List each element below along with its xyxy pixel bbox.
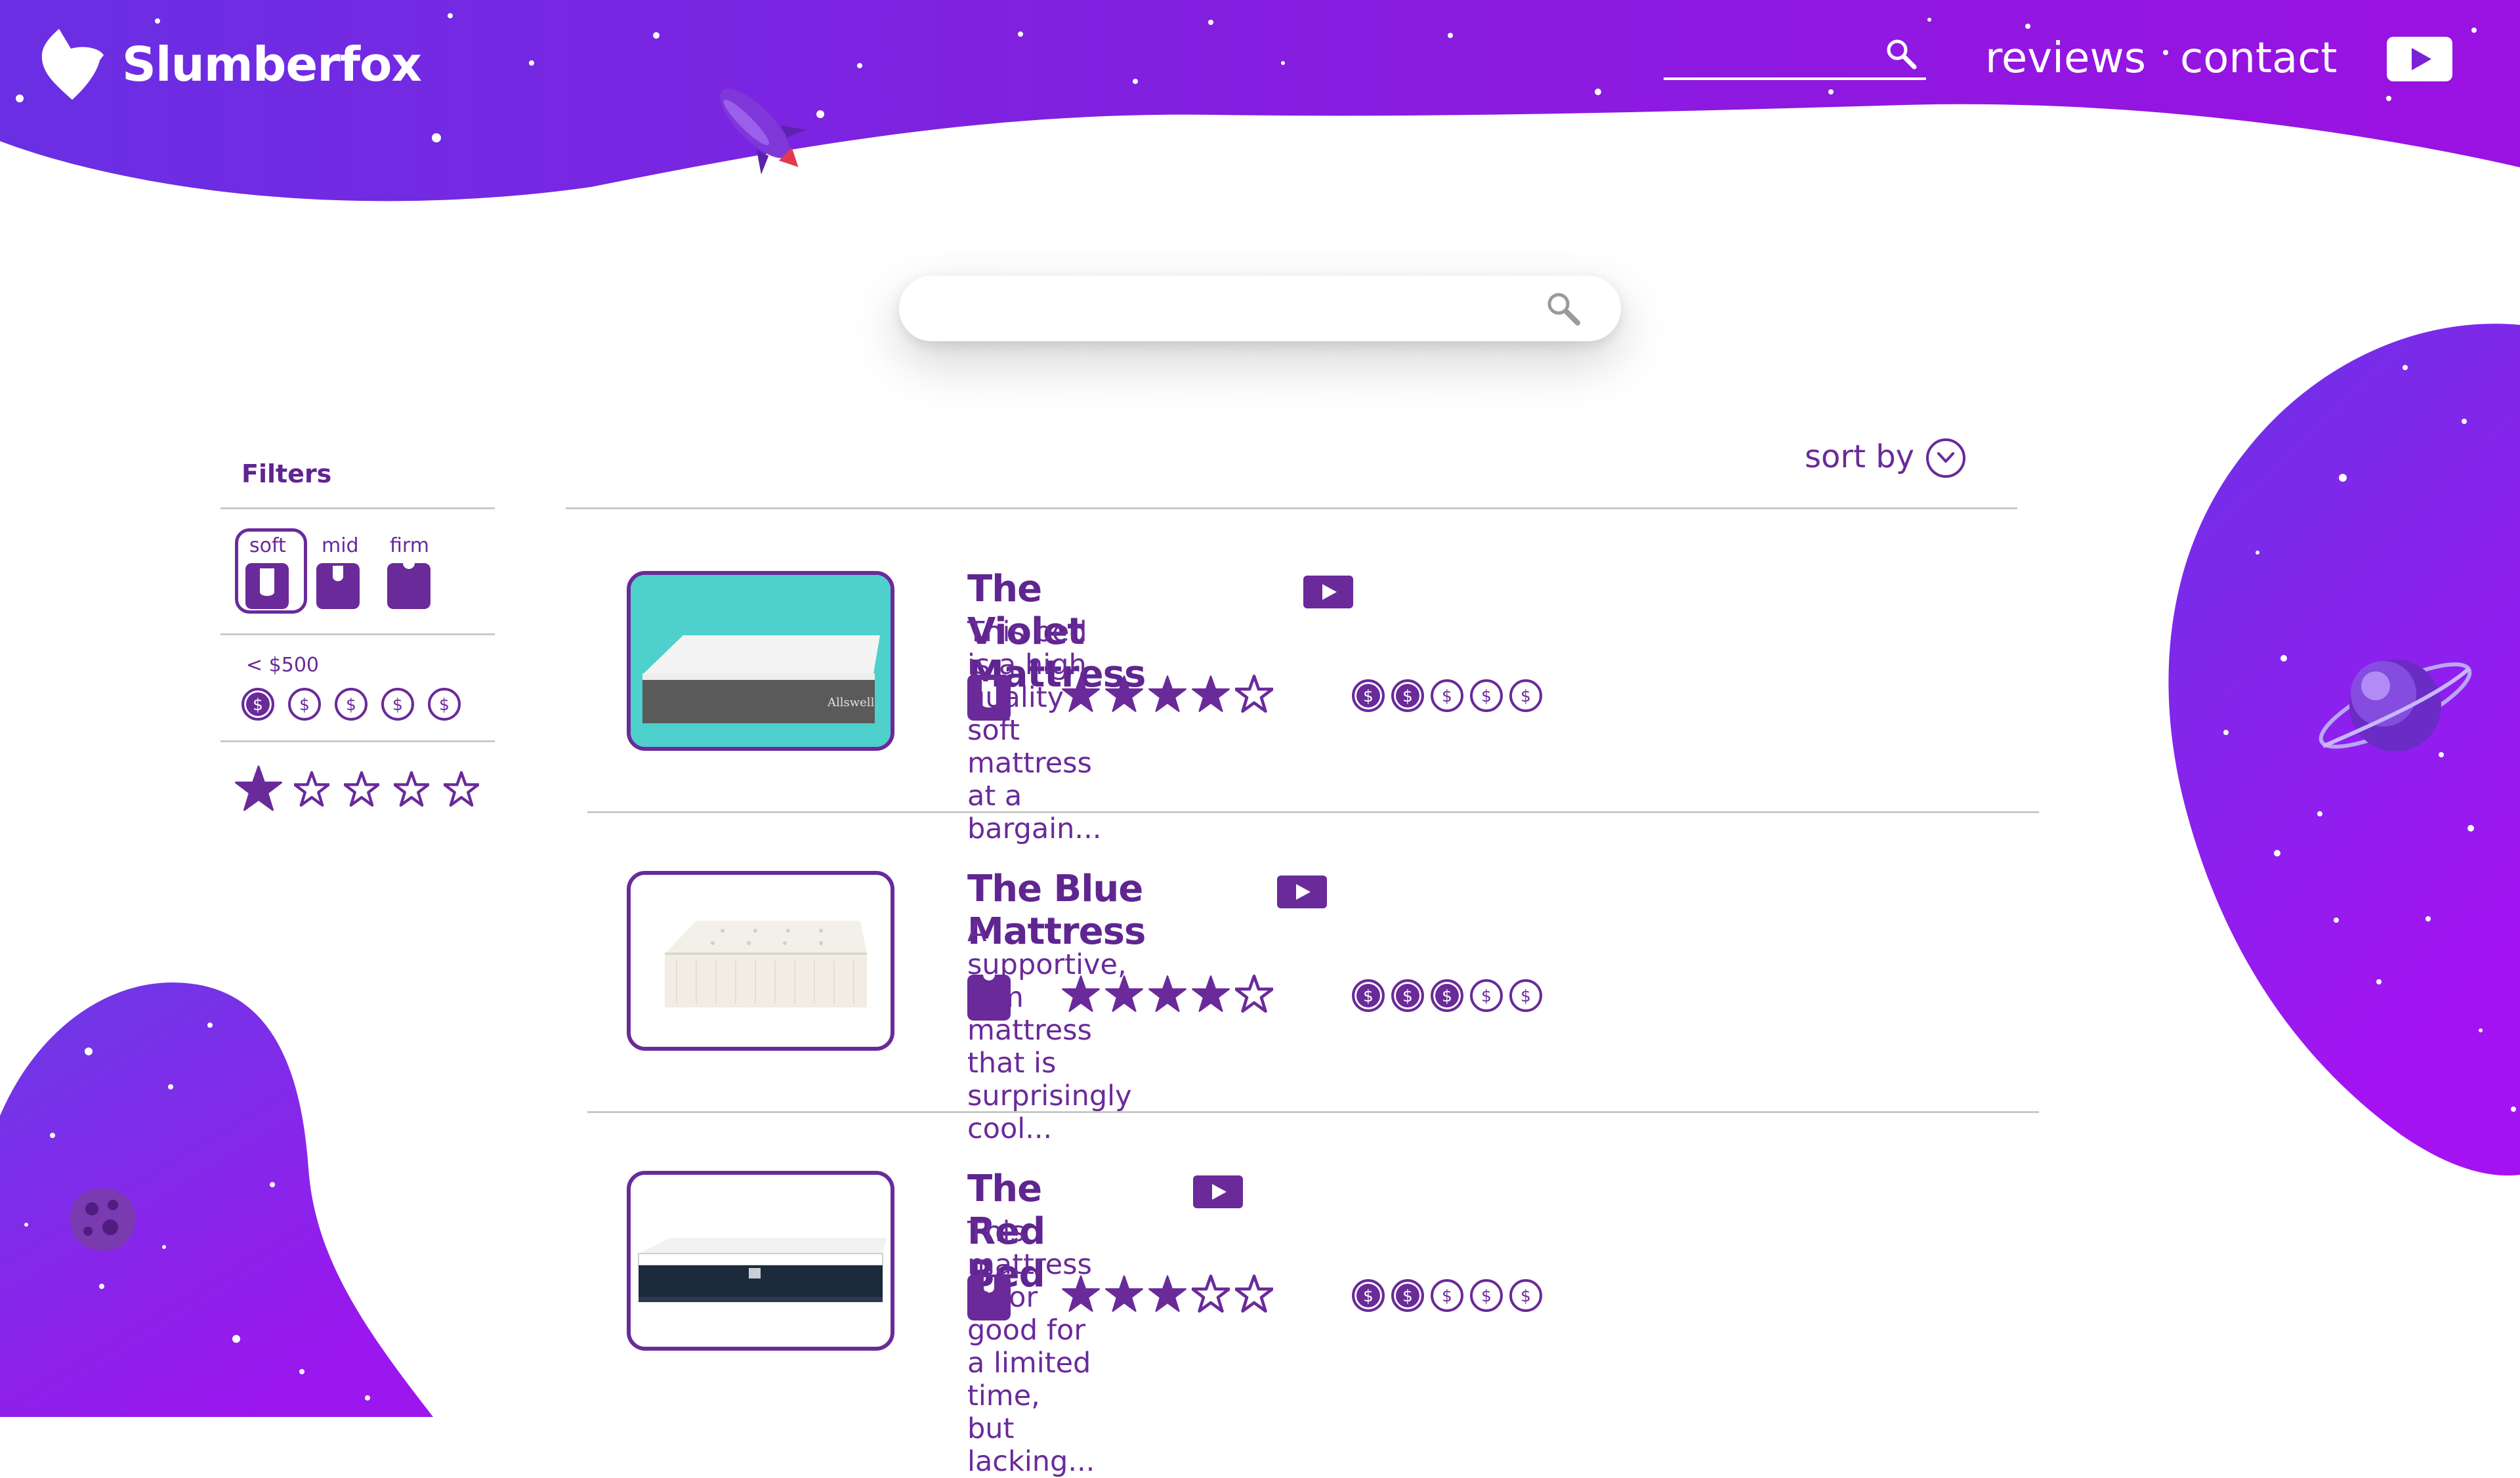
dollar-coin-icon: $: [1391, 679, 1424, 712]
play-video-icon[interactable]: [1193, 1175, 1243, 1208]
firmness-label-soft: soft: [249, 534, 286, 557]
dollar-coin-icon: $: [1352, 979, 1385, 1012]
divider: [220, 633, 495, 635]
star-icon: [1062, 675, 1100, 712]
divider: [587, 1111, 2039, 1113]
chevron-down-icon: [1937, 452, 1954, 463]
dollar-coin-icon: $: [1470, 679, 1503, 712]
dollar-coin-icon: $: [428, 688, 461, 721]
star-icon: [394, 771, 429, 807]
dollar-coin-icon: $: [1431, 979, 1463, 1012]
star-icon: [1192, 675, 1230, 712]
dollar-coin-icon: $: [1352, 1279, 1385, 1312]
play-video-icon[interactable]: [1277, 876, 1327, 908]
star-icon: [1105, 675, 1143, 712]
firmness-soft-icon: [245, 563, 289, 609]
star-icon: [294, 771, 329, 807]
filter-firmness-mid[interactable]: [316, 563, 360, 609]
price-filter-label: < $500: [246, 654, 320, 677]
dollar-coin-icon: $: [288, 688, 321, 721]
product-image[interactable]: [627, 871, 894, 1051]
header-search-field[interactable]: [1664, 32, 1926, 80]
divider: [220, 507, 495, 509]
dollar-coin-icon: $: [1509, 1279, 1542, 1312]
star-icon: [1062, 1275, 1100, 1312]
dollar-coin-icon: $: [381, 688, 414, 721]
dollar-coin-icon: $: [1352, 679, 1385, 712]
dollar-coin-icon: $: [1431, 679, 1463, 712]
star-icon: [1235, 675, 1273, 713]
filters-title: Filters: [242, 459, 332, 488]
filter-firmness-firm[interactable]: [387, 563, 430, 609]
firmness-label-firm: firm: [390, 534, 429, 557]
divider: [566, 507, 2017, 509]
dollar-coin-icon: $: [1431, 1279, 1463, 1312]
nav-contact-link[interactable]: contact: [2180, 34, 2338, 83]
firmness-label-mid: mid: [322, 534, 359, 557]
firmness-firm-icon: [967, 975, 1011, 1023]
star-icon: [1148, 675, 1186, 712]
dollar-coin-icon: $: [1470, 979, 1503, 1012]
star-icon: [1235, 975, 1273, 1013]
sort-by-label[interactable]: sort by: [1805, 438, 1914, 475]
dollar-coin-icon: $: [1470, 1279, 1503, 1312]
price-filter-coins[interactable]: $ $ $ $ $: [242, 688, 465, 725]
fox-logo-icon[interactable]: [39, 29, 105, 101]
sort-dropdown-button[interactable]: [1926, 438, 1965, 478]
star-icon: [1105, 1275, 1143, 1312]
dollar-coin-icon: $: [1391, 979, 1424, 1012]
dollar-coin-icon: $: [1509, 679, 1542, 712]
search-icon[interactable]: [1884, 37, 1918, 71]
star-icon: [1235, 1275, 1273, 1313]
product-image[interactable]: [627, 1171, 894, 1351]
main-search-bar[interactable]: [899, 276, 1621, 341]
search-input[interactable]: [932, 289, 1525, 329]
dollar-coin-icon: $: [242, 688, 274, 721]
firmness-soft-icon: [967, 675, 1011, 723]
brand-name[interactable]: Slumberfox: [122, 37, 422, 92]
product-image[interactable]: Allswell: [627, 571, 894, 751]
nav-reviews-link[interactable]: reviews: [1985, 34, 2146, 83]
dollar-coin-icon: $: [335, 688, 368, 721]
star-icon: [1192, 1275, 1230, 1313]
star-icon: [235, 765, 282, 811]
mattress-brand-mark: Allswell: [827, 696, 875, 709]
divider: [220, 740, 495, 742]
star-icon: [1062, 975, 1100, 1012]
divider: [587, 811, 2039, 813]
rating-filter-stars[interactable]: [235, 765, 484, 812]
search-icon[interactable]: [1545, 290, 1582, 327]
dollar-coin-icon: $: [1391, 1279, 1424, 1312]
dollar-coin-icon: $: [1509, 979, 1542, 1012]
star-icon: [1148, 975, 1186, 1012]
star-icon: [1192, 975, 1230, 1012]
play-video-icon[interactable]: [1303, 576, 1353, 608]
star-icon: [344, 771, 379, 807]
star-icon: [444, 771, 479, 807]
asteroid-icon: [70, 1188, 136, 1251]
product-description: This mattress is for good for a limited …: [967, 1215, 1095, 1478]
firmness-mid-icon: [967, 1275, 1011, 1323]
star-icon: [1105, 975, 1143, 1012]
play-video-button[interactable]: [2387, 37, 2452, 81]
star-icon: [1148, 1275, 1186, 1312]
